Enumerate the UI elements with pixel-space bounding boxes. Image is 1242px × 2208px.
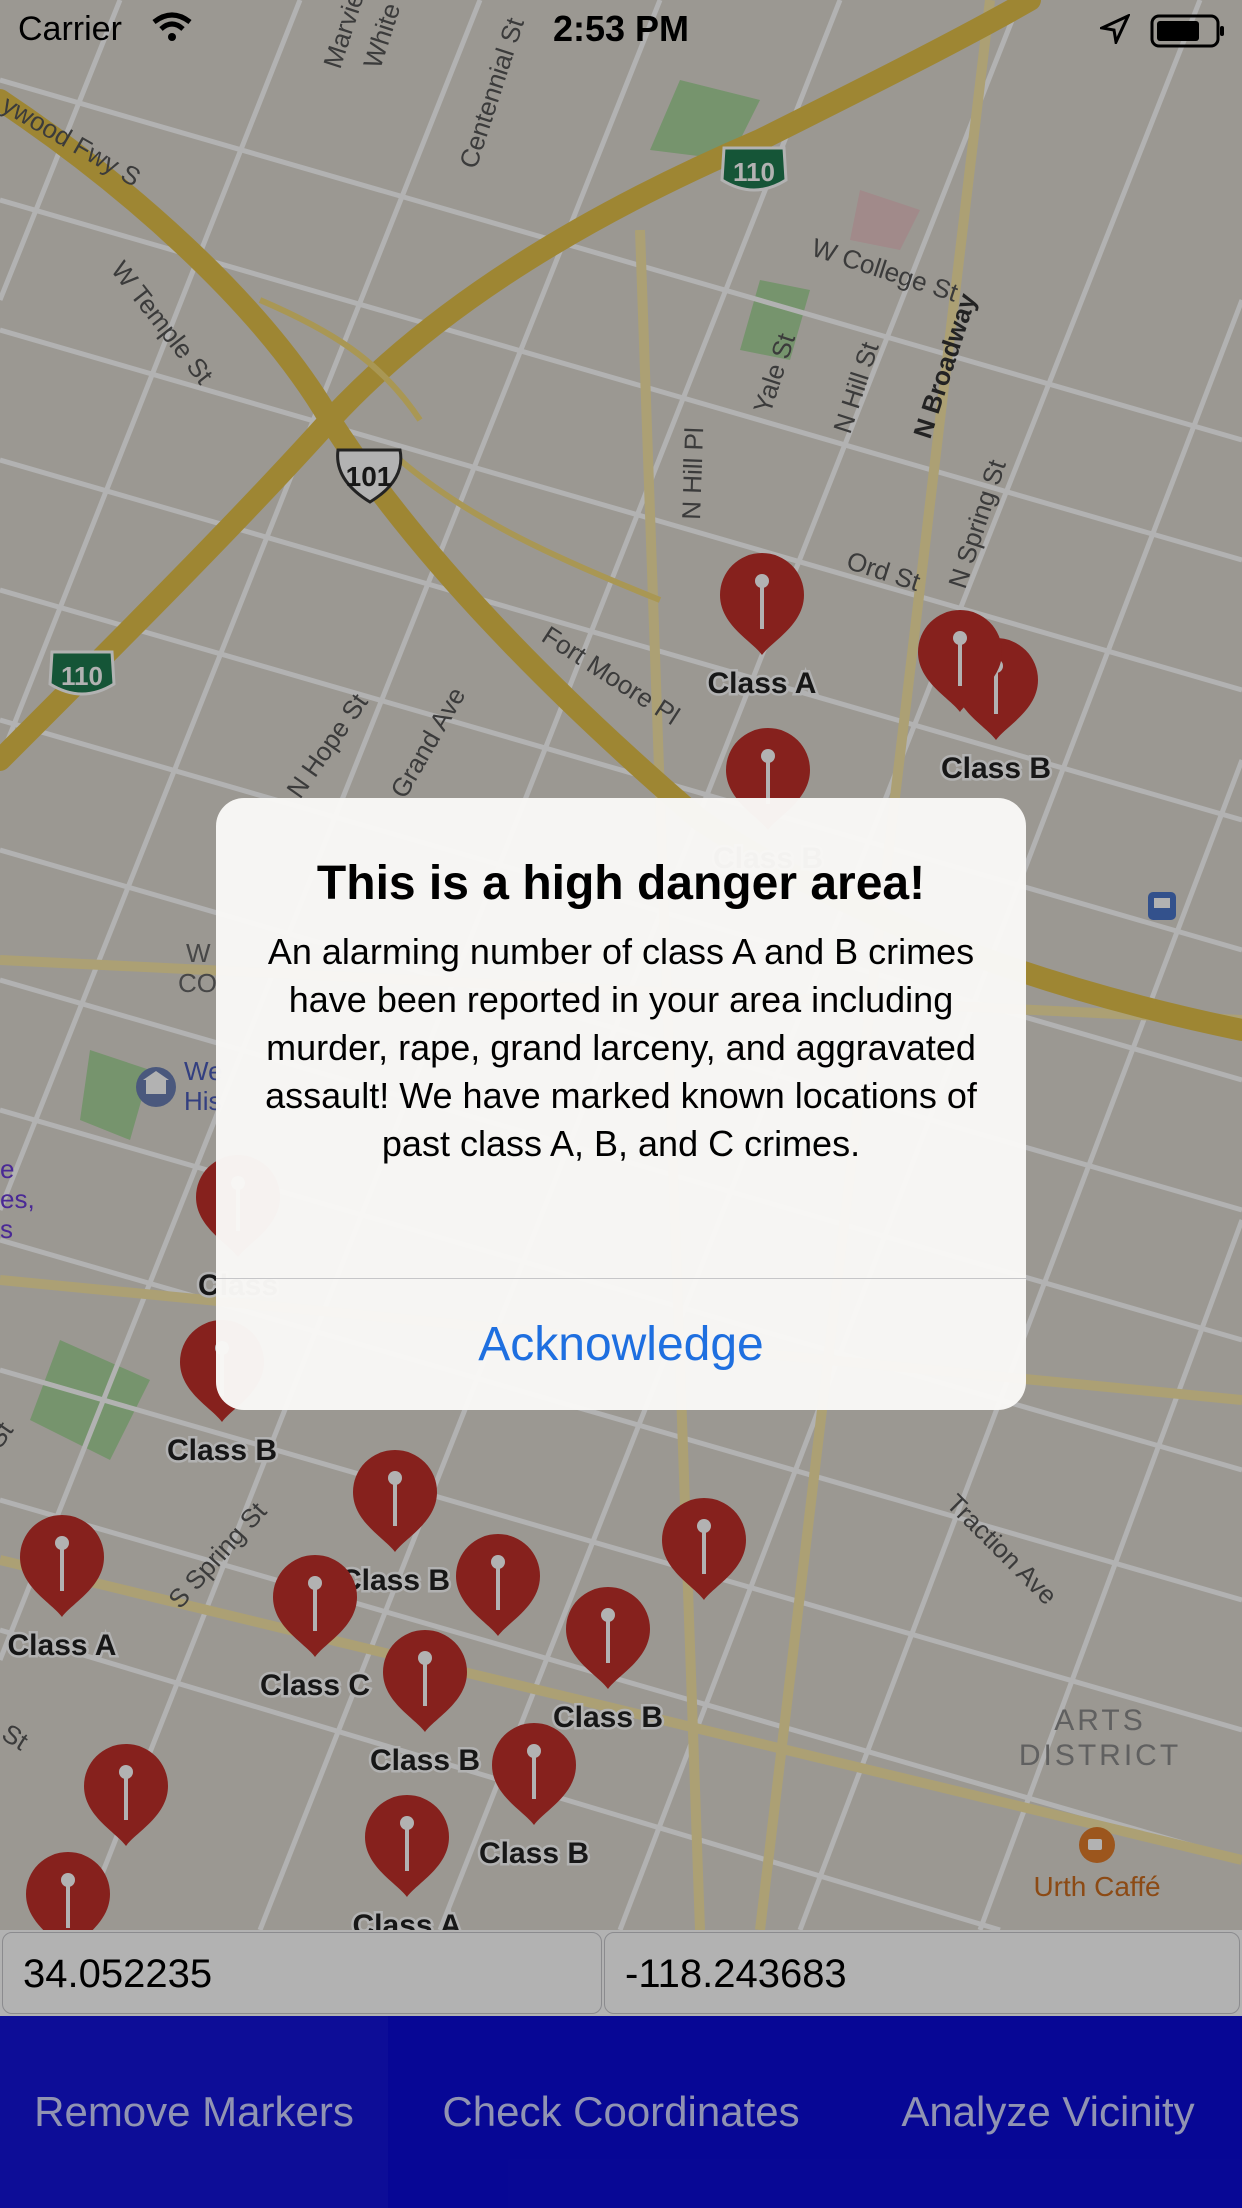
alert-message: An alarming number of class A and B crim… (265, 931, 977, 1164)
alert-title: This is a high danger area! (316, 857, 926, 910)
danger-alert-dialog: This is a high danger area! An alarming … (216, 798, 1026, 1410)
acknowledge-button[interactable]: Acknowledge (216, 1279, 1026, 1410)
